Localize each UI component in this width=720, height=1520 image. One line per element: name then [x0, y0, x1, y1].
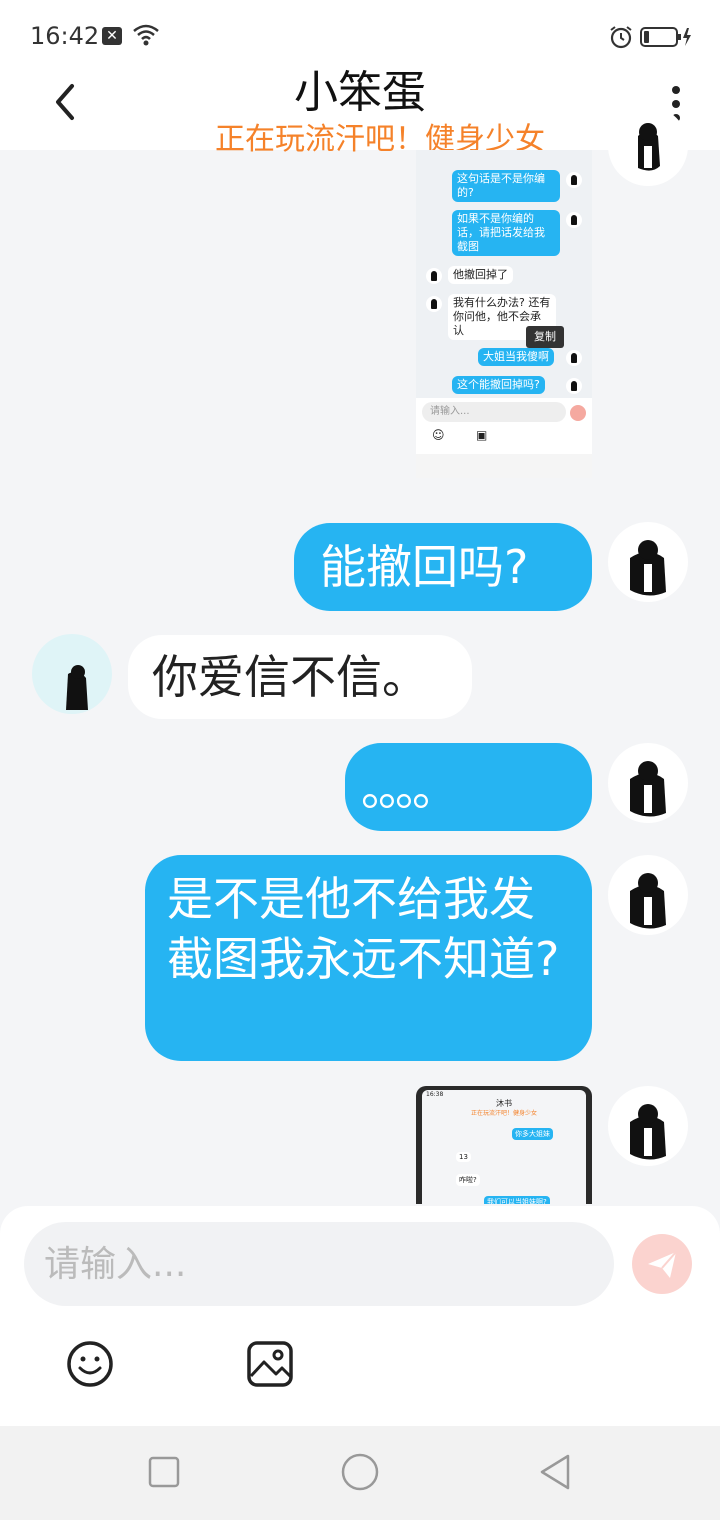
mini-send-icon — [570, 405, 586, 421]
embedded-screen: 16:38 沐书 正在玩流汗吧！健身少女 你多大姐妹 13 咋啦? 我们可以当姐… — [422, 1090, 586, 1204]
mini-avatar — [426, 268, 442, 284]
composer — [0, 1206, 720, 1426]
notification-x-icon: ✕ — [102, 27, 122, 45]
message-bubble-sent[interactable]: 。。。。 — [345, 743, 592, 831]
image-icon[interactable] — [246, 1340, 294, 1388]
mini-message-right: 这句话是不是你编的? — [452, 170, 560, 202]
mini-avatar — [566, 350, 582, 366]
embedded-screenshot-image[interactable]: 这句话是不是你编的? 如果不是你编的话，请把话发给我截图 他撤回掉了 我有什么办… — [416, 150, 592, 478]
my-avatar[interactable] — [608, 522, 688, 602]
emoji-icon[interactable] — [66, 1340, 114, 1388]
my-avatar[interactable] — [608, 743, 688, 823]
chat-title: 小笨蛋 — [294, 67, 426, 118]
mini-message-right: 如果不是你编的话，请把话发给我截图 — [452, 210, 560, 256]
mini-message-left: 他撤回掉了 — [448, 266, 513, 284]
mini-avatar — [566, 212, 582, 228]
my-avatar[interactable] — [608, 1086, 688, 1166]
system-nav-bar — [0, 1426, 720, 1520]
mini-image-icon: ▣ — [476, 428, 488, 442]
message-bubble-sent[interactable]: 是不是他不给我发截图我永远不知道? — [145, 855, 592, 1061]
home-icon[interactable] — [340, 1452, 380, 1492]
message-bubble-sent[interactable]: 能撤回吗? — [294, 523, 592, 611]
mini-message-right: 我们可以当姐妹啊? — [484, 1196, 550, 1204]
message-input[interactable] — [24, 1222, 614, 1306]
status-time: 16:42 — [30, 22, 100, 50]
mini-time: 16:38 — [426, 1091, 444, 1098]
mini-message-right: 你多大姐妹 — [512, 1128, 553, 1140]
mini-subtitle: 正在玩流汗吧！健身少女 — [470, 1110, 537, 1117]
my-avatar[interactable] — [608, 106, 688, 186]
send-icon — [648, 1251, 677, 1278]
mini-emoji-icon: ☺ — [432, 428, 445, 442]
mini-avatar — [426, 296, 442, 312]
my-avatar[interactable] — [608, 855, 688, 935]
mini-nav-bar — [416, 454, 592, 478]
send-button[interactable] — [632, 1234, 692, 1294]
mini-avatar — [566, 378, 582, 394]
alarm-icon — [610, 26, 632, 49]
copy-tooltip: 复制 — [526, 326, 564, 348]
recent-apps-icon[interactable] — [148, 1456, 180, 1488]
mini-message-right: 大姐当我傻啊 — [478, 348, 554, 366]
contact-avatar[interactable] — [32, 634, 112, 714]
mini-avatar — [566, 172, 582, 188]
embedded-screenshot-image[interactable]: 16:38 沐书 正在玩流汗吧！健身少女 你多大姐妹 13 咋啦? 我们可以当姐… — [416, 1086, 592, 1204]
wifi-icon — [133, 24, 159, 46]
mini-message-right: 这个能撤回掉吗? — [452, 376, 545, 394]
mini-message-left: 咋啦? — [456, 1174, 480, 1186]
nav-back-icon[interactable] — [536, 1452, 576, 1492]
battery-charging-icon — [640, 27, 691, 47]
mini-input: 请输入... — [422, 402, 566, 422]
mini-message-left: 13 — [456, 1152, 471, 1162]
message-bubble-received[interactable]: 你爱信不信。 — [128, 635, 472, 719]
mini-input-area: 请输入... ☺ ▣ — [416, 398, 592, 454]
